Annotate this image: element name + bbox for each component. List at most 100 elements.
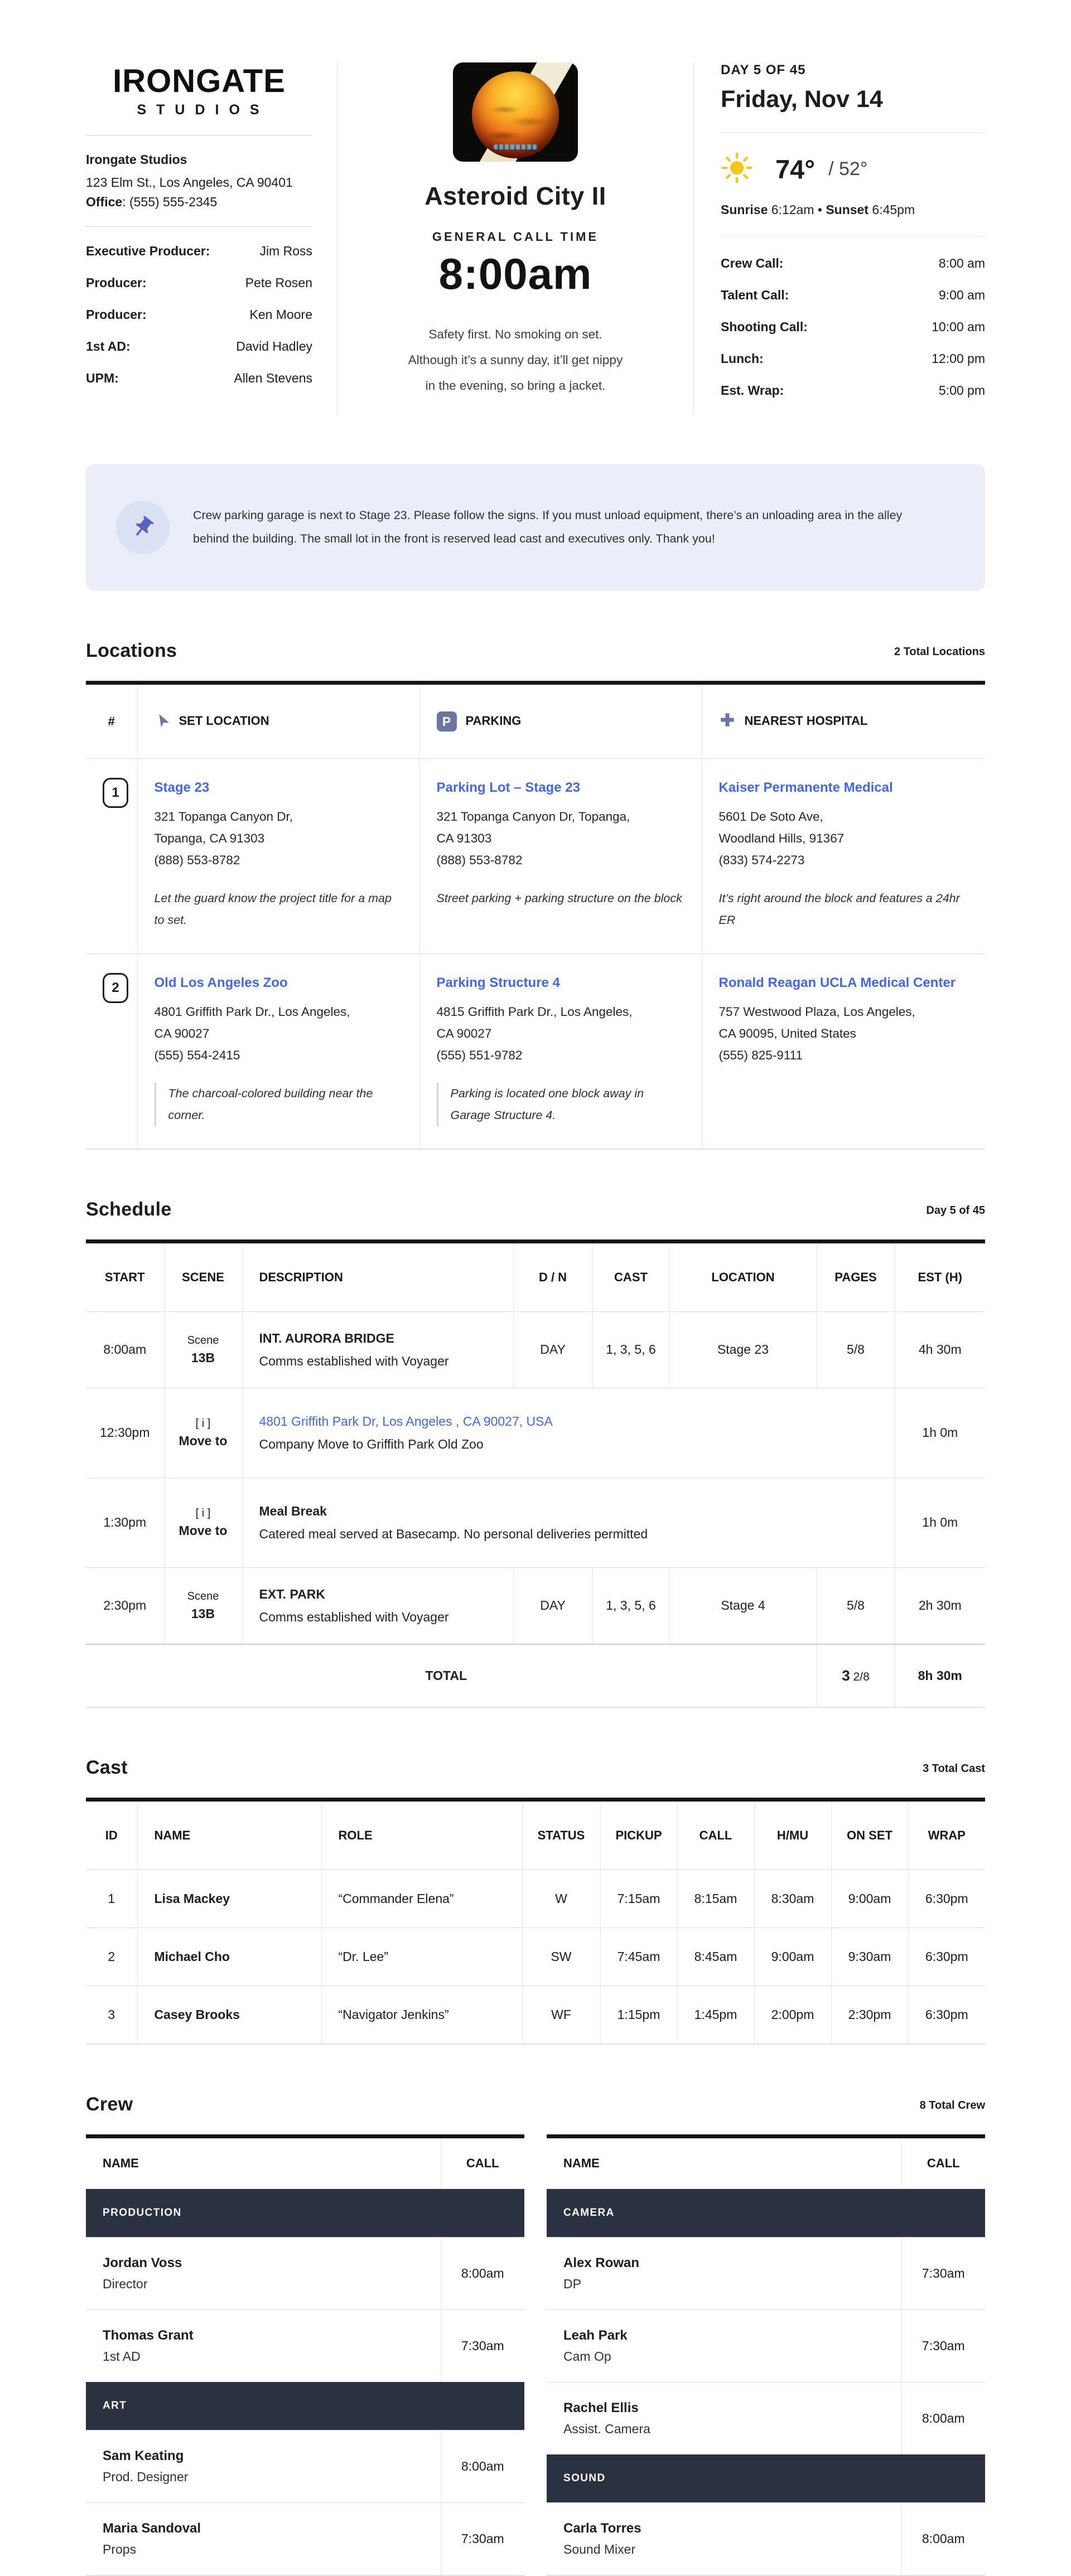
contact-row: Producer:Ken Moore	[86, 307, 312, 322]
column-name: NAME	[86, 2136, 441, 2188]
location-note: The charcoal-colored building near the c…	[155, 1083, 403, 1126]
crew-call-time: 8:00am	[441, 2237, 524, 2309]
hospital-link[interactable]: Ronald Reagan UCLA Medical Center	[719, 973, 956, 993]
divider	[721, 236, 985, 237]
temp-high: 74°	[775, 154, 815, 185]
sunrise-sunset: Sunrise 6:12am • Sunset 6:45pm	[721, 202, 985, 217]
phone-line: (555) 554-2415	[155, 1044, 403, 1066]
column-set-location: SET LOCATION	[137, 683, 419, 759]
column-call: CALL	[677, 1799, 754, 1870]
call-time-label: Shooting Call:	[721, 319, 808, 335]
crew-member-role: DP	[563, 2277, 885, 2292]
cast-status: WF	[522, 1986, 600, 2044]
general-call-time: 8:00am	[365, 249, 665, 299]
call-time-label: GENERAL CALL TIME	[365, 230, 665, 244]
office-value: : (555) 555-2345	[122, 195, 217, 209]
schedule-total-row: TOTAL 3 2/8 8h 30m	[86, 1644, 985, 1707]
description-cell: Meal BreakCatered meal served at Basecam…	[242, 1478, 895, 1567]
cast-name: Casey Brooks	[137, 1986, 321, 2044]
start-cell: 1:30pm	[86, 1478, 164, 1567]
crew-member-role: Sound Mixer	[563, 2542, 885, 2557]
crew-member-name: Sam Keating	[103, 2448, 424, 2464]
poster-image	[453, 62, 578, 162]
scene-tag: Scene	[173, 1590, 233, 1603]
contact-value: Allen Stevens	[234, 371, 312, 386]
cast-hmu: 9:00am	[754, 1928, 831, 1986]
call-times: Crew Call:8:00 am Talent Call:9:00 am Sh…	[721, 256, 985, 398]
total-est-cell: 8h 30m	[895, 1644, 985, 1707]
crew-call-time: 7:30am	[901, 2309, 985, 2382]
safety-note: Safety first. No smoking on set. Althoug…	[365, 322, 665, 399]
address-line: 4801 Griffith Park Dr., Los Angeles,	[155, 1001, 403, 1023]
move-description: Company Move to Griffith Park Old Zoo	[259, 1437, 878, 1452]
crew-member-cell: Carla TorresSound Mixer	[547, 2502, 901, 2575]
parking-link[interactable]: Parking Lot – Stage 23	[437, 778, 580, 798]
address-line: 4815 Griffith Park Dr., Los Angeles,	[437, 1001, 685, 1023]
set-location-link[interactable]: Stage 23	[155, 778, 210, 798]
address-line: 321 Topanga Canyon Dr,	[155, 806, 403, 827]
cast-role: “Commander Elena”	[321, 1870, 522, 1928]
contact-row: UPM: Allen Stevens	[86, 371, 312, 386]
temp-low-value: 52°	[839, 158, 867, 180]
cast-hmu: 2:00pm	[754, 1986, 831, 2044]
phone-line: (888) 553-8782	[437, 849, 685, 871]
studio-name: Irongate Studios	[86, 152, 312, 167]
cast-status: SW	[522, 1928, 600, 1986]
crew-call-time: 8:00am	[901, 2502, 985, 2575]
shoot-date: Friday, Nov 14	[721, 86, 985, 113]
crew-header-row: NAME CALL	[547, 2136, 985, 2188]
crew-total: 8 Total Crew	[920, 2099, 985, 2115]
call-sheet-page: IRONGATE STUDIOS Irongate Studios 123 El…	[86, 0, 985, 2576]
locations-section: Locations 2 Total Locations # SET LOCATI…	[86, 640, 985, 1150]
column-est: EST (H)	[895, 1241, 985, 1311]
studio-panel: IRONGATE STUDIOS Irongate Studios 123 El…	[86, 62, 337, 415]
call-time-value: 8:00 am	[939, 256, 985, 271]
safety-line: Although it’s a sunny day, it’ll get nip…	[365, 347, 665, 373]
parking-note: Parking is located one block away in Gar…	[437, 1083, 685, 1126]
contact-label: Executive Producer:	[86, 244, 210, 259]
set-location-link[interactable]: Old Los Angeles Zoo	[155, 973, 288, 993]
locations-table: # SET LOCATION PPARKING NEAREST HOSPITAL…	[86, 681, 985, 1150]
crew-table-right: NAME CALL CAMERA Alex RowanDP 7:30am Lea…	[547, 2134, 985, 2576]
phone-line: (555) 551-9782	[437, 1044, 685, 1066]
column-number: #	[86, 683, 137, 759]
call-time-label: Talent Call:	[721, 288, 789, 303]
divider	[721, 132, 985, 133]
column-scene: SCENE	[164, 1241, 242, 1311]
cast-call: 8:15am	[677, 1870, 754, 1928]
schedule-header-row: START SCENE DESCRIPTION D / N CAST LOCAT…	[86, 1241, 985, 1311]
location-note: Let the guard know the project title for…	[155, 888, 403, 931]
parking-link[interactable]: Parking Structure 4	[437, 973, 560, 993]
cast-name: Lisa Mackey	[137, 1870, 321, 1928]
contact-value: Pete Rosen	[245, 275, 312, 290]
info-tag: [ i ]	[173, 1507, 233, 1520]
locations-header-row: # SET LOCATION PPARKING NEAREST HOSPITAL	[86, 683, 985, 759]
cast-header: Cast 3 Total Cast	[86, 1757, 985, 1779]
crew-member-role: Assist. Camera	[563, 2422, 885, 2437]
crew-tables: NAME CALL PRODUCTION Jordan VossDirector…	[86, 2134, 985, 2576]
bullet: •	[818, 202, 822, 217]
sunrise-label: Sunrise	[721, 202, 768, 217]
sunrise-value: 6:12am	[771, 202, 814, 217]
crew-row: Maria SandovalProps 7:30am	[86, 2502, 524, 2575]
contact-label: UPM:	[86, 371, 119, 386]
column-wrap: WRAP	[908, 1799, 985, 1870]
est-cell: 2h 30m	[895, 1567, 985, 1644]
call-time-label: Crew Call:	[721, 256, 783, 271]
office-label: Office	[86, 195, 122, 209]
address-line: CA 90027	[437, 1023, 685, 1044]
address-line: CA 90095, United States	[719, 1023, 969, 1044]
column-description: DESCRIPTION	[242, 1241, 513, 1311]
scene-number: 13B	[173, 1350, 233, 1366]
location-cell: Stage 4	[669, 1567, 817, 1644]
contact-row: 1st AD:David Hadley	[86, 339, 312, 354]
slugline: EXT. PARK	[259, 1587, 496, 1602]
info-tag: [ i ]	[173, 1417, 233, 1430]
call-time-value: 10:00 am	[932, 319, 985, 335]
parking-cell: Parking Lot – Stage 23 321 Topanga Canyo…	[419, 759, 702, 954]
column-pages: PAGES	[817, 1241, 895, 1311]
move-address-link[interactable]: 4801 Griffith Park Dr, Los Angeles , CA …	[259, 1414, 553, 1429]
crew-call-time: 7:30am	[441, 2309, 524, 2382]
scene-tag: Scene	[173, 1334, 233, 1347]
hospital-link[interactable]: Kaiser Permanente Medical	[719, 778, 893, 798]
